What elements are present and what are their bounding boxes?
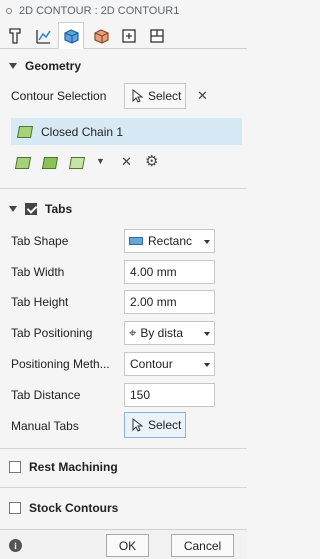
tab-multi-axis[interactable]: [144, 23, 170, 48]
tab-positioning-dropdown[interactable]: ⌖ By dista: [124, 321, 215, 345]
contour-selection-label: Contour Selection: [11, 89, 107, 103]
tabs-section: Tabs: [0, 197, 247, 221]
tab-distance-label: Tab Distance: [11, 388, 81, 402]
tab-width-label: Tab Width: [11, 265, 65, 279]
chain-dropdown-chevron-icon[interactable]: ▼: [96, 156, 105, 166]
manual-tabs-select-button[interactable]: Select: [124, 412, 186, 438]
clear-selection-icon[interactable]: ✕: [197, 88, 208, 104]
tabs-header[interactable]: Tabs: [0, 197, 247, 221]
tab-width-input[interactable]: 4.00 mm: [124, 260, 215, 284]
chain-label: Closed Chain 1: [41, 124, 124, 139]
gear-icon[interactable]: ⚙: [145, 152, 158, 170]
title-dot-icon: [6, 8, 12, 14]
tabs-checkbox[interactable]: [25, 203, 37, 215]
position-target-icon: ⌖: [129, 325, 137, 340]
tab-strip: [0, 22, 247, 49]
chain-list-item[interactable]: Closed Chain 1: [11, 118, 242, 145]
stock-contours-label: Stock Contours: [29, 501, 119, 515]
rectangle-shape-icon: [129, 237, 143, 245]
passes-cube-icon: [94, 28, 109, 44]
tab-shape-dropdown[interactable]: Rectanc: [124, 229, 215, 253]
tab-height-label: Tab Height: [11, 295, 69, 309]
tab-height-input[interactable]: 2.00 mm: [124, 290, 215, 314]
tab-linking[interactable]: [116, 23, 142, 48]
stock-contours-checkbox[interactable]: [9, 502, 21, 514]
tab-passes[interactable]: [88, 23, 114, 48]
divider: [0, 188, 247, 189]
chain-toolbar: ▼ ✕ ⚙: [13, 153, 243, 173]
cursor-arrow-icon: [132, 418, 143, 432]
rest-machining-label: Rest Machining: [29, 460, 118, 474]
positioning-method-label: Positioning Meth...: [11, 357, 110, 371]
positioning-method-value: Contour: [130, 357, 173, 371]
manual-tabs-label: Manual Tabs: [11, 419, 79, 433]
collapse-caret-icon[interactable]: [9, 206, 17, 212]
info-icon[interactable]: i: [9, 539, 22, 552]
chain-delete-icon[interactable]: ✕: [121, 154, 132, 170]
linking-icon: [122, 28, 136, 43]
tab-shape-label: Tab Shape: [11, 234, 69, 248]
chain-reverse-icon[interactable]: [68, 157, 86, 169]
stock-contours-row[interactable]: Stock Contours: [9, 496, 239, 520]
ok-button[interactable]: OK: [106, 534, 149, 557]
rest-machining-row[interactable]: Rest Machining: [9, 455, 239, 479]
positioning-method-dropdown[interactable]: Contour: [124, 352, 215, 376]
chain-add-icon[interactable]: [14, 157, 32, 169]
tab-distance-input[interactable]: 150: [124, 383, 215, 407]
manual-tabs-select-label: Select: [148, 418, 182, 432]
cancel-button[interactable]: Cancel: [171, 534, 234, 557]
collapse-caret-icon[interactable]: [9, 63, 17, 69]
dropdown-arrow-icon: [204, 332, 210, 336]
geometry-header[interactable]: Geometry: [0, 54, 247, 78]
chain-edit-icon[interactable]: [41, 157, 59, 169]
tab-positioning-value: By dista: [140, 326, 184, 340]
contour-select-button[interactable]: Select: [124, 83, 186, 109]
geometry-section: Geometry: [0, 54, 247, 78]
contour-select-label: Select: [148, 89, 182, 103]
tab-geometry[interactable]: [30, 23, 56, 48]
tab-shape-value: Rectanc: [148, 234, 193, 248]
dialog-footer: i OK Cancel: [0, 529, 247, 559]
multi-axis-icon: [150, 28, 164, 43]
tab-heights[interactable]: [58, 22, 84, 49]
tab-tool[interactable]: [2, 23, 28, 48]
tool-icon: [9, 27, 21, 44]
divider: [0, 448, 247, 449]
chain-cube-icon: [16, 125, 34, 138]
tab-positioning-label: Tab Positioning: [11, 326, 93, 340]
rest-machining-checkbox[interactable]: [9, 461, 21, 473]
dialog-title-bar: 2D CONTOUR : 2D CONTOUR1: [0, 0, 247, 22]
geometry-icon: [36, 29, 51, 44]
cursor-arrow-icon: [132, 89, 143, 103]
dropdown-arrow-icon: [204, 240, 210, 244]
dropdown-arrow-icon: [204, 363, 210, 367]
geometry-title: Geometry: [25, 59, 82, 73]
tabs-title: Tabs: [45, 202, 73, 216]
divider: [0, 487, 247, 488]
heights-cube-icon: [64, 28, 79, 44]
dialog-title: 2D CONTOUR : 2D CONTOUR1: [19, 5, 180, 17]
